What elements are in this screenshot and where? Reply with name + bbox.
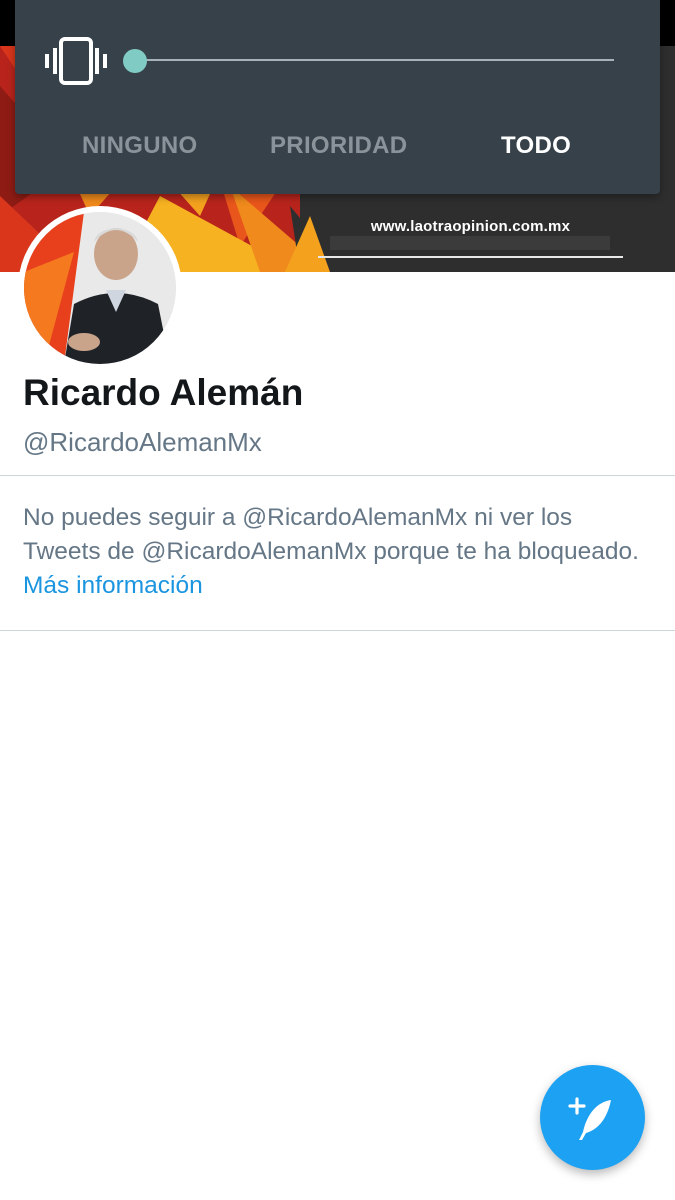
mode-prioridad-button[interactable]: PRIORIDAD: [270, 132, 407, 160]
blocked-notice-text: No puedes seguir a @RicardoAlemanMx ni v…: [23, 504, 639, 565]
banner-logo-fragment: [330, 236, 610, 250]
divider: [0, 630, 675, 631]
blocked-notice: No puedes seguir a @RicardoAlemanMx ni v…: [23, 501, 653, 603]
compose-tweet-icon: [568, 1097, 611, 1140]
mode-ninguno-button[interactable]: NINGUNO: [82, 132, 197, 160]
avatar[interactable]: [18, 206, 182, 370]
mode-todo-button[interactable]: TODO: [501, 132, 571, 160]
profile-handle: @RicardoAlemanMx: [23, 427, 262, 457]
compose-tweet-button[interactable]: [540, 1065, 645, 1170]
volume-panel: NINGUNO PRIORIDAD TODO: [15, 0, 660, 194]
avatar-illustration: [24, 212, 176, 364]
volume-slider-track[interactable]: [136, 59, 614, 61]
avatar-photo: [24, 212, 176, 364]
banner-url-text: www.laotraopinion.com.mx: [370, 218, 571, 235]
vibrate-icon[interactable]: [45, 37, 107, 90]
volume-slider-thumb[interactable]: [123, 49, 147, 73]
profile-name: Ricardo Alemán: [23, 372, 304, 413]
more-info-link[interactable]: Más información: [23, 572, 203, 599]
divider: [0, 475, 675, 476]
banner-rule: [318, 256, 623, 258]
